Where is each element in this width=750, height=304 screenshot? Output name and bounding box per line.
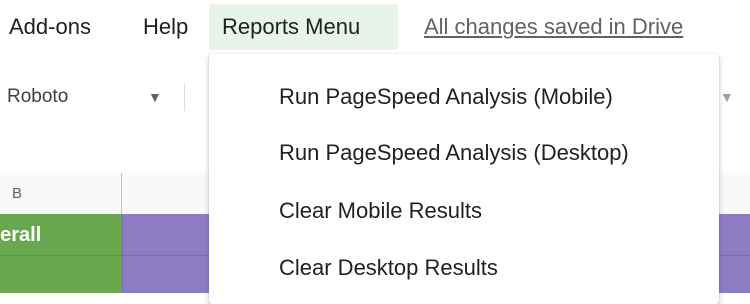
- menu-item-run-pagespeed-desktop[interactable]: Run PageSpeed Analysis (Desktop): [209, 125, 719, 181]
- reports-dropdown-menu: Run PageSpeed Analysis (Mobile) Run Page…: [209, 54, 719, 304]
- caret-down-icon: ▼: [148, 89, 162, 105]
- caret-down-icon[interactable]: ▼: [720, 75, 734, 119]
- toolbar-divider: [184, 83, 185, 111]
- menu-reports[interactable]: Reports Menu: [209, 4, 398, 50]
- menu-help[interactable]: Help: [143, 4, 188, 50]
- cell-b1[interactable]: verall: [0, 214, 122, 256]
- menu-addons[interactable]: Add-ons: [9, 4, 91, 50]
- menu-item-clear-mobile-results[interactable]: Clear Mobile Results: [209, 183, 719, 239]
- cell-b1-text: verall: [0, 224, 42, 246]
- save-status-link[interactable]: All changes saved in Drive: [424, 4, 683, 50]
- menu-item-run-pagespeed-mobile[interactable]: Run PageSpeed Analysis (Mobile): [209, 69, 719, 125]
- font-family-select[interactable]: Roboto ▼: [0, 75, 178, 119]
- menu-bar: Add-ons Help Reports Menu All changes sa…: [0, 0, 750, 55]
- font-family-value: Roboto: [7, 86, 69, 107]
- column-header-b[interactable]: B: [0, 173, 122, 214]
- cell-b2[interactable]: [0, 256, 122, 293]
- menu-item-clear-desktop-results[interactable]: Clear Desktop Results: [209, 240, 719, 296]
